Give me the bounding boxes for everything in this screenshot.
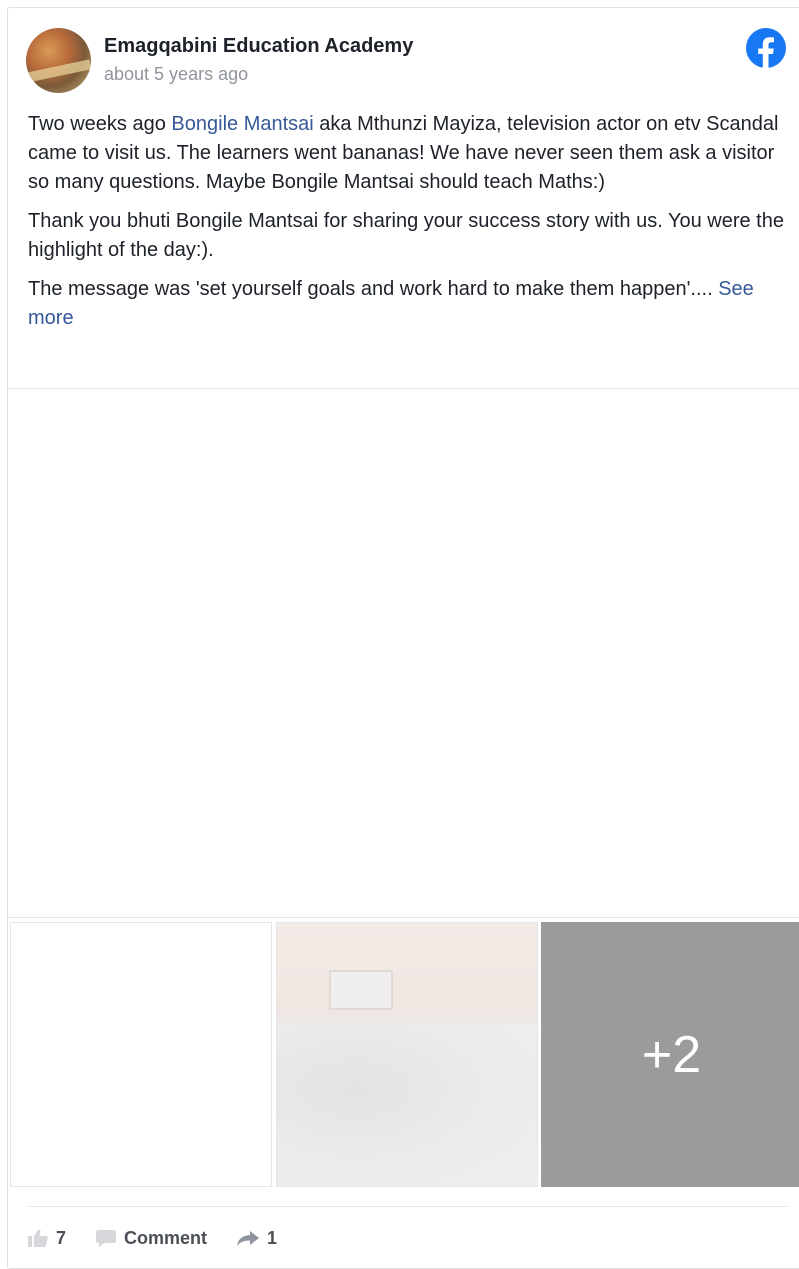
paragraph-text: The message was 'set yourself goals and … — [28, 278, 719, 300]
like-count: 7 — [56, 1227, 67, 1248]
share-button[interactable]: 1 — [237, 1228, 277, 1249]
share-arrow-icon — [237, 1231, 260, 1246]
actions-divider — [28, 1206, 788, 1207]
page-avatar[interactable] — [26, 28, 91, 93]
post-timestamp[interactable]: about 5 years ago — [104, 64, 248, 85]
share-count: 1 — [267, 1227, 278, 1248]
comment-button[interactable]: Comment — [96, 1228, 207, 1249]
photo-thumbnail[interactable] — [10, 922, 272, 1187]
comment-icon — [96, 1230, 117, 1247]
post-body: Two weeks ago Bongile Mantsai aka Mthunz… — [28, 110, 788, 343]
post-card: Emagqabini Education Academy about 5 yea… — [7, 7, 799, 1269]
more-photos-overlay[interactable]: +2 — [541, 922, 799, 1187]
post-paragraph: The message was 'set yourself goals and … — [28, 275, 788, 333]
paragraph-text: Two weeks ago — [28, 113, 172, 135]
facebook-icon[interactable] — [746, 28, 786, 68]
post-paragraph: Thank you bhuti Bongile Mantsai for shar… — [28, 210, 784, 261]
page-name-link[interactable]: Emagqabini Education Academy — [104, 35, 413, 58]
main-photo[interactable] — [8, 388, 799, 918]
photo-thumbnail[interactable] — [276, 922, 538, 1187]
like-button[interactable]: 7 — [28, 1228, 66, 1249]
more-photos-count: +2 — [641, 1025, 702, 1084]
post-actions: 7 Comment 1 — [28, 1226, 307, 1250]
post-paragraph: Two weeks ago Bongile Mantsai aka Mthunz… — [28, 110, 788, 197]
comment-label: Comment — [124, 1227, 208, 1248]
thumbs-up-icon — [28, 1229, 48, 1247]
mention-link[interactable]: Bongile Mantsai — [171, 113, 313, 135]
